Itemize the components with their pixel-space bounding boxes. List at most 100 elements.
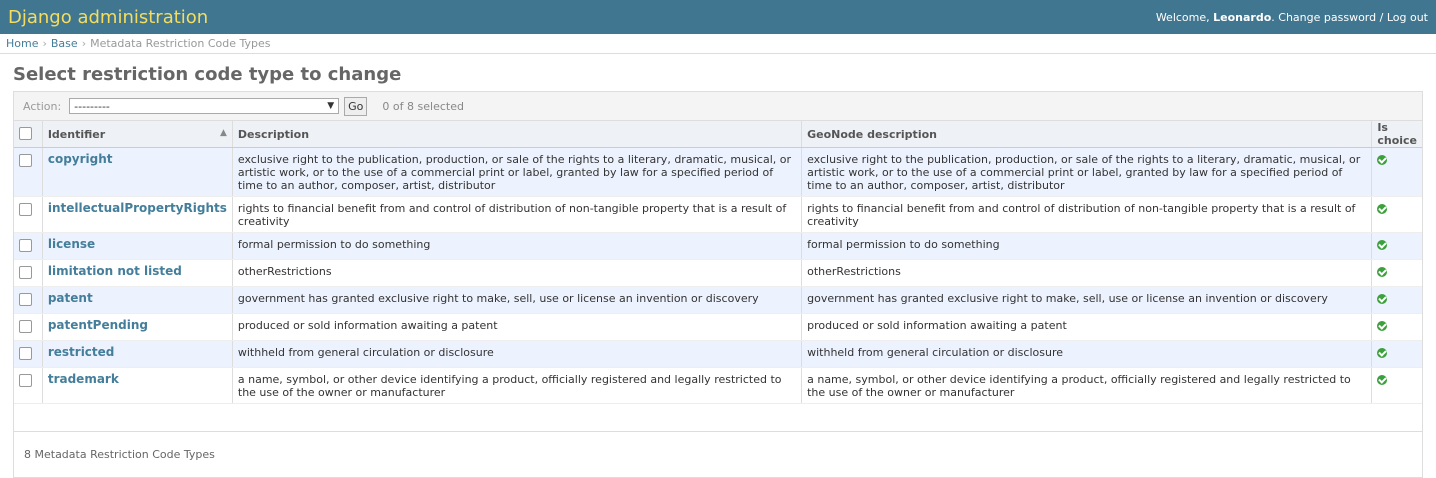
is-choice-cell bbox=[1371, 367, 1422, 404]
description-cell: withheld from general circulation or dis… bbox=[231, 340, 802, 368]
row-select-cell bbox=[14, 232, 43, 260]
action-select-value: --------- bbox=[74, 99, 110, 113]
identifier-cell: trademark bbox=[41, 367, 233, 404]
paginator: 8 Metadata Restriction Code Types bbox=[14, 431, 1422, 477]
row-select-cell bbox=[14, 286, 43, 314]
table-row: patent government has granted exclusive … bbox=[14, 286, 1422, 314]
check-icon bbox=[1377, 240, 1388, 250]
identifier-link[interactable]: patentPending bbox=[48, 318, 148, 332]
check-icon bbox=[1377, 155, 1388, 165]
check-icon bbox=[1377, 321, 1388, 331]
identifier-link[interactable]: patent bbox=[48, 291, 93, 305]
table-row: trademark a name, symbol, or other devic… bbox=[14, 367, 1422, 404]
select-all-header bbox=[14, 121, 43, 148]
geonode-description-cell: produced or sold information awaiting a … bbox=[801, 313, 1372, 341]
column-header-description[interactable]: Description bbox=[231, 121, 802, 148]
row-select-cell bbox=[14, 340, 43, 368]
is-choice-cell bbox=[1371, 313, 1422, 341]
check-icon bbox=[1377, 375, 1388, 385]
is-choice-cell bbox=[1371, 286, 1422, 314]
check-icon bbox=[1377, 348, 1388, 358]
column-header-geonode-description[interactable]: GeoNode description bbox=[801, 121, 1372, 148]
identifier-link[interactable]: limitation not listed bbox=[48, 264, 182, 278]
select-all-checkbox[interactable] bbox=[19, 126, 32, 140]
identifier-link[interactable]: copyright bbox=[48, 152, 113, 166]
geonode-description-cell: rights to financial benefit from and con… bbox=[801, 196, 1372, 233]
sort-ascending-icon[interactable]: ▲ bbox=[220, 128, 227, 138]
is-choice-cell bbox=[1371, 232, 1422, 260]
geonode-description-cell: otherRestrictions bbox=[801, 259, 1372, 287]
breadcrumb-home[interactable]: Home bbox=[6, 37, 38, 50]
table-row: copyright exclusive right to the publica… bbox=[14, 147, 1422, 197]
description-cell: otherRestrictions bbox=[231, 259, 802, 287]
welcome-text: Welcome, bbox=[1155, 10, 1214, 24]
chevron-down-icon: ▼ bbox=[327, 101, 335, 111]
row-select-cell bbox=[14, 196, 43, 233]
change-password-link[interactable]: Change password bbox=[1278, 11, 1376, 24]
identifier-link[interactable]: restricted bbox=[48, 345, 115, 359]
logout-link[interactable]: Log out bbox=[1387, 11, 1428, 24]
geonode-description-cell: exclusive right to the publication, prod… bbox=[801, 147, 1372, 197]
is-choice-cell bbox=[1371, 259, 1422, 287]
identifier-link[interactable]: intellectualPropertyRights bbox=[48, 201, 227, 215]
geonode-description-cell: withheld from general circulation or dis… bbox=[801, 340, 1372, 368]
user-tools: Welcome, Leonardo. Change password / Log… bbox=[1155, 10, 1428, 24]
description-cell: produced or sold information awaiting a … bbox=[231, 313, 802, 341]
table-row: license formal permission to do somethin… bbox=[14, 232, 1422, 260]
site-branding[interactable]: Django administration bbox=[8, 7, 208, 28]
description-cell: rights to financial benefit from and con… bbox=[231, 196, 802, 233]
action-select[interactable]: --------- ▼ bbox=[69, 98, 340, 114]
table-row: patentPending produced or sold informati… bbox=[14, 313, 1422, 341]
user-tools-separator: / bbox=[1376, 10, 1387, 24]
geonode-description-cell: government has granted exclusive right t… bbox=[801, 286, 1372, 314]
column-header-label: Identifier bbox=[47, 127, 106, 141]
description-cell: formal permission to do something bbox=[231, 232, 802, 260]
identifier-link[interactable]: license bbox=[48, 237, 95, 251]
row-checkbox[interactable] bbox=[19, 347, 32, 360]
row-checkbox[interactable] bbox=[19, 203, 32, 216]
breadcrumb-base[interactable]: Base bbox=[51, 37, 78, 50]
identifier-link[interactable]: trademark bbox=[48, 372, 119, 386]
results-table: Identifier ▲ Description GeoNode descript… bbox=[14, 121, 1422, 431]
breadcrumb: Home › Base › Metadata Restriction Code … bbox=[0, 34, 1436, 54]
identifier-cell: restricted bbox=[41, 340, 233, 368]
description-cell: a name, symbol, or other device identify… bbox=[231, 367, 802, 404]
identifier-cell: license bbox=[41, 232, 233, 260]
selected-count: 0 of 8 selected bbox=[382, 99, 464, 113]
column-header-identifier[interactable]: Identifier ▲ bbox=[41, 121, 233, 148]
table-row: intellectualPropertyRights rights to fin… bbox=[14, 196, 1422, 233]
row-select-cell bbox=[14, 147, 43, 197]
results-body: copyright exclusive right to the publica… bbox=[14, 147, 1422, 431]
check-icon bbox=[1377, 267, 1388, 277]
row-select-cell bbox=[14, 313, 43, 341]
column-header-is-choice[interactable]: Is choice bbox=[1371, 121, 1422, 148]
identifier-cell: copyright bbox=[41, 147, 233, 197]
breadcrumb-separator: › bbox=[42, 37, 47, 50]
changelist: Action: --------- ▼ Go 0 of 8 selected I… bbox=[13, 91, 1423, 478]
identifier-cell: limitation not listed bbox=[41, 259, 233, 287]
main-content: Select restriction code type to change A… bbox=[0, 54, 1436, 478]
is-choice-cell bbox=[1371, 196, 1422, 233]
go-button[interactable]: Go bbox=[344, 96, 368, 116]
row-checkbox[interactable] bbox=[19, 239, 32, 252]
spacer-cell bbox=[14, 403, 1422, 431]
is-choice-cell bbox=[1371, 340, 1422, 368]
table-spacer bbox=[14, 403, 1422, 431]
row-checkbox[interactable] bbox=[19, 293, 32, 306]
row-checkbox[interactable] bbox=[19, 266, 32, 279]
actions-bar: Action: --------- ▼ Go 0 of 8 selected bbox=[14, 92, 1422, 121]
check-icon bbox=[1377, 204, 1388, 214]
description-cell: government has granted exclusive right t… bbox=[231, 286, 802, 314]
identifier-cell: patent bbox=[41, 286, 233, 314]
username: Leonardo bbox=[1213, 10, 1272, 24]
geonode-description-cell: formal permission to do something bbox=[801, 232, 1372, 260]
row-checkbox[interactable] bbox=[19, 154, 32, 167]
breadcrumb-current: Metadata Restriction Code Types bbox=[90, 37, 271, 50]
row-checkbox[interactable] bbox=[19, 320, 32, 333]
check-icon bbox=[1377, 294, 1388, 304]
is-choice-cell bbox=[1371, 147, 1422, 197]
row-checkbox[interactable] bbox=[19, 374, 32, 387]
identifier-cell: intellectualPropertyRights bbox=[41, 196, 233, 233]
row-select-cell bbox=[14, 259, 43, 287]
header: Django administration Welcome, Leonardo.… bbox=[0, 0, 1436, 34]
